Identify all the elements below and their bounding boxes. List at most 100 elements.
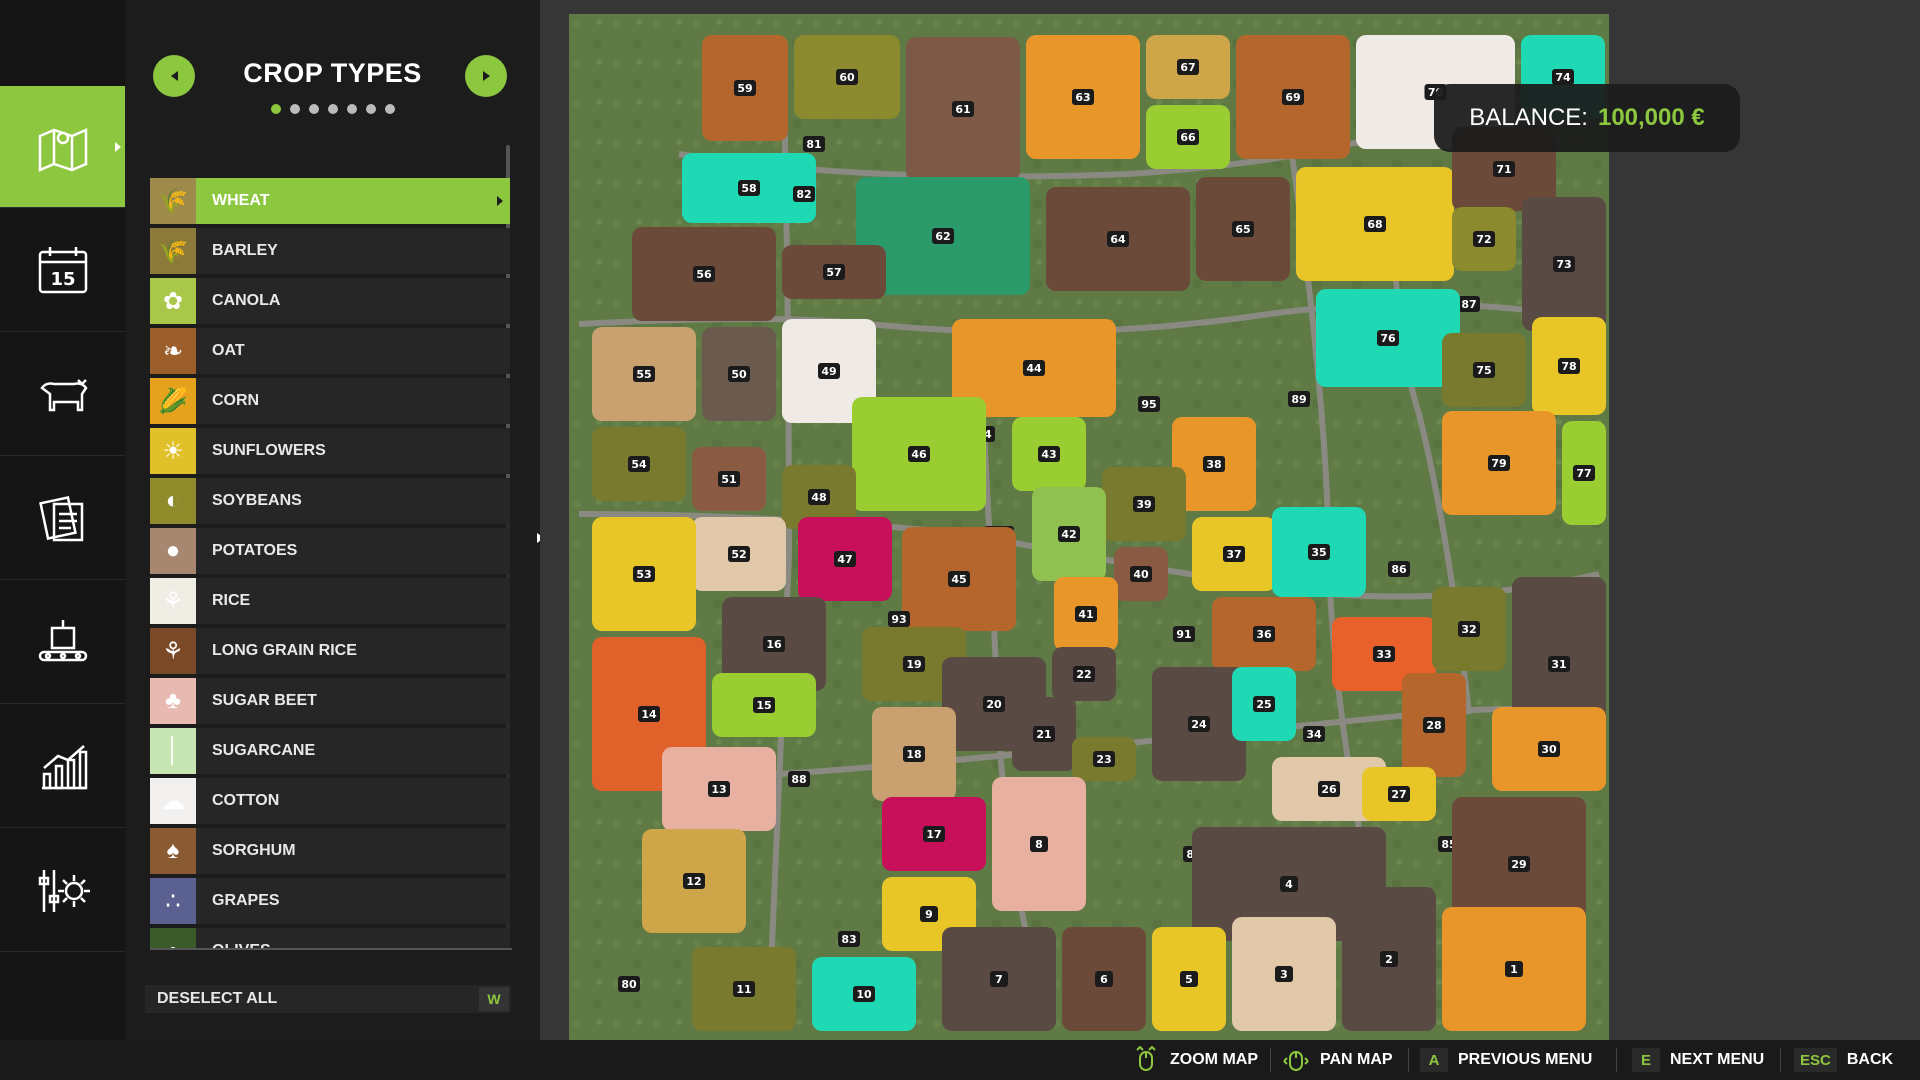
- crop-item[interactable]: ∴ GRAPES: [150, 878, 510, 924]
- page-dot[interactable]: [384, 104, 395, 114]
- page-dot[interactable]: [365, 104, 376, 114]
- field[interactable]: 78: [1532, 317, 1606, 415]
- pan-map-hint[interactable]: PAN MAP: [1282, 1040, 1393, 1080]
- next-page-button[interactable]: [465, 55, 507, 97]
- field[interactable]: 82: [793, 186, 815, 202]
- field[interactable]: 28: [1402, 673, 1466, 777]
- field[interactable]: 73: [1522, 197, 1606, 331]
- field[interactable]: 95: [1138, 396, 1160, 412]
- field[interactable]: 42: [1032, 487, 1106, 581]
- field[interactable]: 18: [872, 707, 956, 801]
- field[interactable]: 47: [798, 517, 892, 601]
- field[interactable]: 83: [838, 931, 860, 947]
- crop-item[interactable]: ● POTATOES: [150, 528, 510, 574]
- field[interactable]: 6: [1062, 927, 1146, 1031]
- field[interactable]: 5: [1152, 927, 1226, 1031]
- field[interactable]: 88: [788, 771, 810, 787]
- zoom-map-hint[interactable]: ZOOM MAP: [1132, 1040, 1258, 1080]
- crop-item[interactable]: 🌾 WHEAT: [150, 178, 510, 224]
- menu-tab-calendar[interactable]: 15: [0, 210, 125, 332]
- menu-tab-contracts[interactable]: [0, 458, 125, 580]
- crop-item[interactable]: 🌾 BARLEY: [150, 228, 510, 274]
- field[interactable]: 55: [592, 327, 696, 421]
- field[interactable]: 27: [1362, 767, 1436, 821]
- field[interactable]: 57: [782, 245, 886, 299]
- crop-item[interactable]: ♠ SORGHUM: [150, 828, 510, 874]
- field[interactable]: 68: [1296, 167, 1454, 281]
- field[interactable]: 51: [692, 447, 766, 511]
- deselect-all-button[interactable]: DESELECT ALL W: [145, 985, 511, 1013]
- field[interactable]: 17: [882, 797, 986, 871]
- field[interactable]: 41: [1054, 577, 1118, 651]
- page-dot[interactable]: [327, 104, 338, 114]
- field[interactable]: 72: [1452, 207, 1516, 271]
- field[interactable]: 7: [942, 927, 1056, 1031]
- next-menu-hint[interactable]: E NEXT MENU: [1632, 1040, 1764, 1080]
- field[interactable]: 69: [1236, 35, 1350, 159]
- field[interactable]: 65: [1196, 177, 1290, 281]
- field[interactable]: 22: [1052, 647, 1116, 701]
- field[interactable]: 46: [852, 397, 986, 511]
- crop-item[interactable]: ❧ OAT: [150, 328, 510, 374]
- field[interactable]: 35: [1272, 507, 1366, 597]
- field[interactable]: 45: [902, 527, 1016, 631]
- field[interactable]: 13: [662, 747, 776, 831]
- field[interactable]: 2: [1342, 887, 1436, 1031]
- field[interactable]: 79: [1442, 411, 1556, 515]
- field[interactable]: 34: [1303, 726, 1325, 742]
- previous-menu-hint[interactable]: A PREVIOUS MENU: [1420, 1040, 1592, 1080]
- field[interactable]: 11: [692, 947, 796, 1031]
- field[interactable]: 25: [1232, 667, 1296, 741]
- field[interactable]: 81: [803, 136, 825, 152]
- field[interactable]: 60: [794, 35, 900, 119]
- field[interactable]: 66: [1146, 105, 1230, 169]
- page-dot[interactable]: [270, 104, 281, 114]
- field[interactable]: 37: [1192, 517, 1276, 591]
- field[interactable]: 40: [1114, 547, 1168, 601]
- field[interactable]: 54: [592, 427, 686, 501]
- back-hint[interactable]: ESC BACK: [1794, 1040, 1893, 1080]
- field[interactable]: 61: [906, 37, 1020, 181]
- field[interactable]: 86: [1388, 561, 1410, 577]
- field[interactable]: 87: [1458, 296, 1480, 312]
- crop-item[interactable]: ⚘ LONG GRAIN RICE: [150, 628, 510, 674]
- field[interactable]: 32: [1432, 587, 1506, 671]
- field[interactable]: 93: [888, 611, 910, 627]
- crop-item[interactable]: •OLIVES: [150, 928, 510, 948]
- page-dot[interactable]: [289, 104, 300, 114]
- page-dot[interactable]: [346, 104, 357, 114]
- field[interactable]: 12: [642, 829, 746, 933]
- field[interactable]: 63: [1026, 35, 1140, 159]
- menu-tab-settings[interactable]: [0, 830, 125, 952]
- field[interactable]: 24: [1152, 667, 1246, 781]
- crop-item[interactable]: ◐ SOYBEANS: [150, 478, 510, 524]
- field[interactable]: 80: [618, 976, 640, 992]
- field[interactable]: 76: [1316, 289, 1460, 387]
- menu-tab-animals[interactable]: [0, 334, 125, 456]
- crop-item[interactable]: ⚘ RICE: [150, 578, 510, 624]
- crop-item[interactable]: 🌽 CORN: [150, 378, 510, 424]
- field[interactable]: 1: [1442, 907, 1586, 1031]
- crop-item[interactable]: ♣ SUGAR BEET: [150, 678, 510, 724]
- field[interactable]: 89: [1288, 391, 1310, 407]
- field[interactable]: 67: [1146, 35, 1230, 99]
- field[interactable]: 53: [592, 517, 696, 631]
- field[interactable]: 10: [812, 957, 916, 1031]
- field[interactable]: 36: [1212, 597, 1316, 671]
- field[interactable]: 21: [1012, 697, 1076, 771]
- crop-item[interactable]: ☀ SUNFLOWERS: [150, 428, 510, 474]
- field[interactable]: 15: [712, 673, 816, 737]
- crop-item[interactable]: │ SUGARCANE: [150, 728, 510, 774]
- field[interactable]: 50: [702, 327, 776, 421]
- field[interactable]: 30: [1492, 707, 1606, 791]
- crop-item[interactable]: ☁ COTTON: [150, 778, 510, 824]
- field[interactable]: 23: [1072, 737, 1136, 781]
- menu-tab-statistics[interactable]: [0, 706, 125, 828]
- crop-item[interactable]: ✿ CANOLA: [150, 278, 510, 324]
- field[interactable]: 8: [992, 777, 1086, 911]
- field[interactable]: 64: [1046, 187, 1190, 291]
- field[interactable]: 39: [1102, 467, 1186, 541]
- page-dot[interactable]: [308, 104, 319, 114]
- field[interactable]: 77: [1562, 421, 1606, 525]
- field[interactable]: 56: [632, 227, 776, 321]
